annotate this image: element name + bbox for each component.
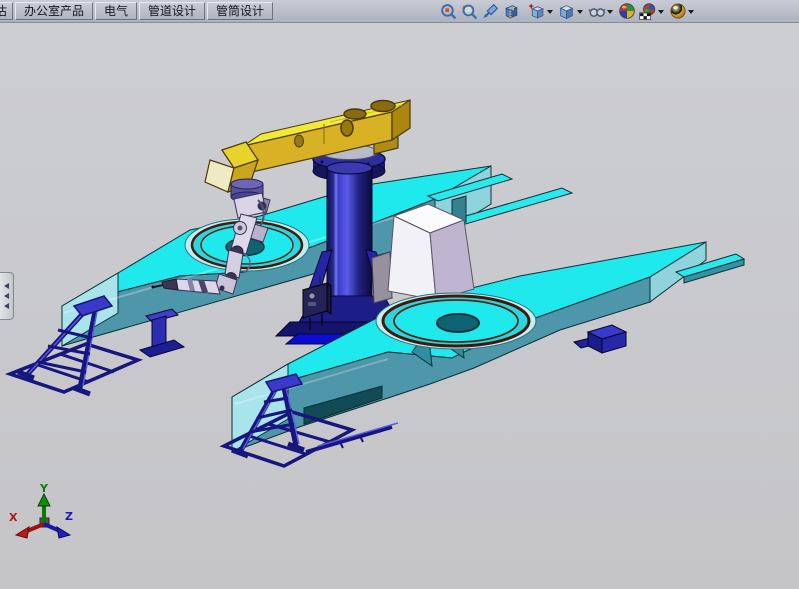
display-style-icon[interactable]	[556, 1, 577, 21]
heads-up-view-toolbar	[438, 1, 697, 21]
collapse-arrow-icon	[4, 303, 9, 309]
collapse-arrow-icon	[4, 293, 9, 299]
view-settings-icon[interactable]	[667, 1, 688, 21]
viewport-3d[interactable]: X Y Z	[0, 0, 799, 589]
triad-y-label: Y	[39, 482, 49, 495]
apply-scene-dropdown[interactable]	[658, 10, 664, 14]
zoom-to-fit-icon[interactable]	[438, 1, 459, 21]
tab-office-products[interactable]: 办公室产品	[15, 2, 93, 20]
tab-electrical[interactable]: 电气	[95, 2, 137, 20]
command-manager-toolbar: 估 办公室产品 电气 管道设计 管筒设计	[0, 0, 799, 23]
zoom-to-area-icon[interactable]	[459, 1, 480, 21]
apply-scene-icon[interactable]	[637, 1, 658, 21]
triad-x-label: X	[9, 511, 18, 524]
collapse-arrow-icon	[4, 283, 9, 289]
turntable-ring-front[interactable]	[376, 293, 536, 349]
hide-show-items-dropdown[interactable]	[607, 10, 613, 14]
feature-tree-flyout-handle[interactable]	[0, 272, 14, 320]
hide-show-items-icon[interactable]	[586, 1, 607, 21]
tab-tubing-design[interactable]: 管筒设计	[207, 2, 273, 20]
solidworks-window: { "toolbar": { "tabs": [ {"label": "估", …	[0, 0, 799, 589]
view-orientation-icon[interactable]	[526, 1, 547, 21]
edit-appearance-icon[interactable]	[616, 1, 637, 21]
section-view-icon[interactable]	[501, 1, 522, 21]
triad-z-label: Z	[65, 510, 73, 523]
tab-evaluate-partial[interactable]: 估	[0, 2, 13, 20]
view-orientation-dropdown[interactable]	[547, 10, 553, 14]
tab-piping-design[interactable]: 管道设计	[139, 2, 205, 20]
view-settings-dropdown[interactable]	[688, 10, 694, 14]
display-style-dropdown[interactable]	[577, 10, 583, 14]
previous-view-icon[interactable]	[480, 1, 501, 21]
command-tabs: 估 办公室产品 电气 管道设计 管筒设计	[0, 0, 273, 22]
